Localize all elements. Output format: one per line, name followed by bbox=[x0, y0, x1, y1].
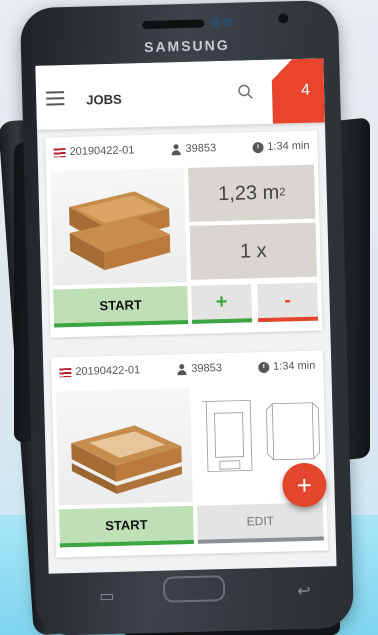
user-count: 39853 bbox=[170, 142, 216, 155]
user-icon bbox=[176, 364, 187, 375]
area-display: 1,23 m2 bbox=[188, 164, 316, 222]
device-brand: SAMSUNG bbox=[143, 36, 230, 56]
template-drawing bbox=[202, 399, 253, 472]
order-id-text: 20190422-01 bbox=[75, 364, 141, 378]
badge-count: 4 bbox=[300, 81, 311, 99]
user-icon bbox=[170, 144, 181, 155]
flag-icon bbox=[53, 147, 66, 157]
job-meta: 20190422-01 39853 1:34 min bbox=[51, 350, 324, 387]
front-camera-icon bbox=[278, 13, 289, 24]
edit-button[interactable]: EDIT bbox=[196, 502, 324, 544]
jobs-count-badge[interactable]: 4 bbox=[271, 58, 325, 124]
clock-icon bbox=[252, 141, 264, 153]
duration-text: 1:34 min bbox=[267, 139, 310, 153]
box-image bbox=[50, 168, 188, 286]
app-bar: JOBS 4 bbox=[35, 58, 325, 130]
start-button[interactable]: START bbox=[53, 285, 189, 328]
area-value: 1,23 m bbox=[217, 181, 280, 205]
increase-quantity-button[interactable]: + bbox=[191, 284, 253, 324]
hamburger-menu-icon[interactable] bbox=[46, 91, 65, 106]
tray-image bbox=[55, 387, 193, 506]
job-card[interactable]: 20190422-01 39853 1:34 min bbox=[50, 350, 329, 558]
job-duration: 1:34 min bbox=[252, 139, 310, 153]
order-id-text: 20190422-01 bbox=[69, 144, 135, 159]
sensor-icon bbox=[210, 17, 221, 28]
start-button[interactable]: START bbox=[58, 505, 194, 548]
job-meta: 20190422-01 39853 1:34 min bbox=[45, 131, 318, 168]
quantity-display: 1 x bbox=[189, 222, 317, 280]
clock-icon bbox=[257, 361, 270, 373]
page-title: JOBS bbox=[86, 91, 122, 108]
order-id: 20190422-01 bbox=[53, 144, 135, 159]
sensor-icon bbox=[222, 16, 233, 27]
flag-icon bbox=[59, 367, 72, 377]
area-exponent: 2 bbox=[279, 186, 286, 199]
app-screen: JOBS 4 20190422-01 39853 1:34 min 1,23 m… bbox=[35, 58, 337, 574]
order-id: 20190422-01 bbox=[59, 364, 140, 378]
back-icon[interactable]: ↩ bbox=[297, 581, 311, 601]
job-duration: 1:34 min bbox=[257, 359, 316, 373]
user-count-text: 39853 bbox=[191, 362, 223, 375]
home-button[interactable] bbox=[162, 575, 226, 603]
user-count: 39853 bbox=[176, 362, 222, 375]
job-card[interactable]: 20190422-01 39853 1:34 min bbox=[45, 130, 323, 338]
search-icon[interactable] bbox=[236, 82, 257, 103]
speaker-grille bbox=[142, 19, 205, 30]
user-count-text: 39853 bbox=[185, 142, 217, 155]
decrease-quantity-button[interactable]: - bbox=[257, 282, 319, 323]
recent-apps-icon[interactable]: ▭ bbox=[99, 586, 115, 606]
phone-device: SAMSUNG JOBS 4 20190422-01 39853 1:34 mi… bbox=[19, 0, 355, 635]
duration-text: 1:34 min bbox=[272, 359, 316, 373]
